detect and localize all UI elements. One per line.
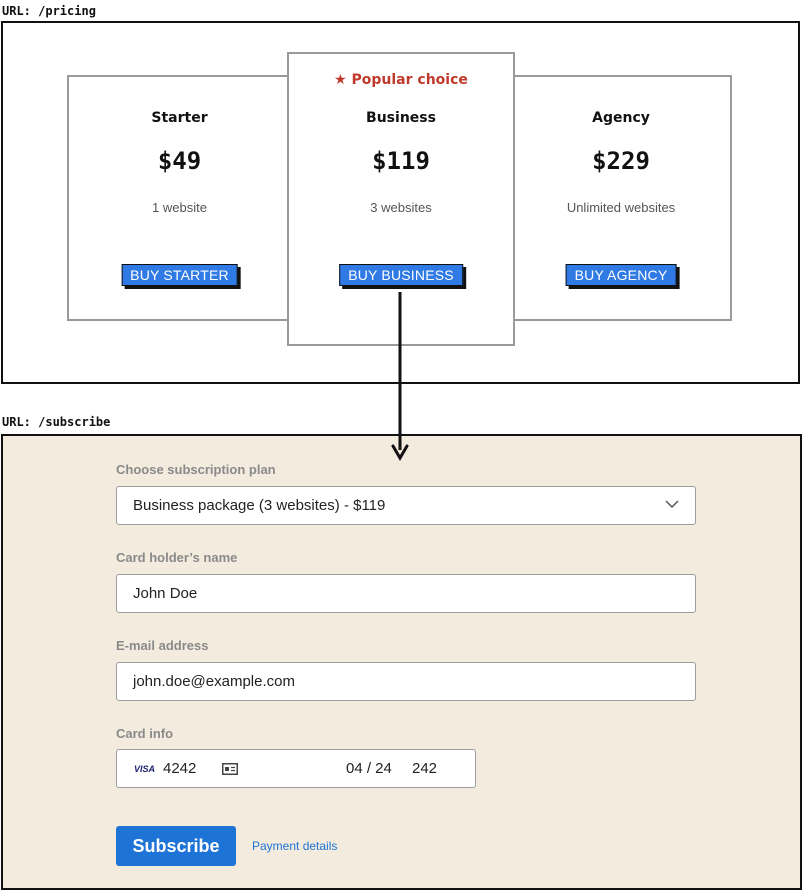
flow-arrow	[391, 292, 409, 461]
